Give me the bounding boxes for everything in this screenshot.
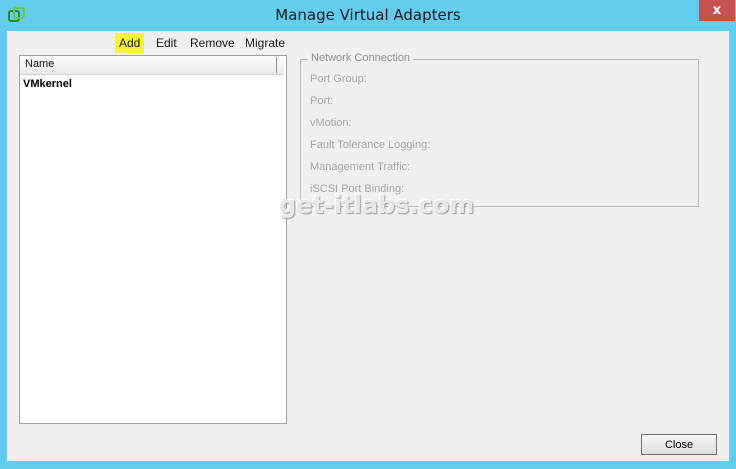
close-button[interactable]: Close bbox=[641, 434, 717, 455]
window-close-button[interactable]: x bbox=[699, 0, 735, 21]
adapter-list[interactable]: Name VMkernel bbox=[19, 55, 287, 424]
port-label: Port: bbox=[310, 95, 334, 107]
remove-button[interactable]: Remove bbox=[186, 33, 239, 53]
vmotion-label: vMotion: bbox=[310, 117, 352, 129]
edit-button[interactable]: Edit bbox=[152, 33, 181, 53]
port-group-label: Port Group: bbox=[310, 73, 367, 85]
title-bar: Manage Virtual Adapters x bbox=[0, 0, 736, 31]
column-header-name[interactable]: Name bbox=[25, 58, 54, 70]
fault-tolerance-logging-label: Fault Tolerance Logging: bbox=[310, 139, 431, 151]
column-divider[interactable] bbox=[276, 57, 277, 73]
dialog-body: Add Edit Remove Migrate Name VMkernel Ne… bbox=[7, 31, 729, 461]
window-title: Manage Virtual Adapters bbox=[275, 6, 461, 24]
list-item[interactable]: VMkernel bbox=[23, 78, 72, 90]
list-header: Name bbox=[20, 56, 284, 75]
watermark: get-itlabs.com bbox=[279, 191, 475, 219]
migrate-button[interactable]: Migrate bbox=[241, 33, 289, 53]
add-button[interactable]: Add bbox=[115, 33, 145, 53]
network-connection-group: Network Connection Port Group: Port: vMo… bbox=[300, 52, 699, 207]
management-traffic-label: Management Traffic: bbox=[310, 161, 411, 173]
group-legend: Network Connection bbox=[308, 52, 414, 64]
